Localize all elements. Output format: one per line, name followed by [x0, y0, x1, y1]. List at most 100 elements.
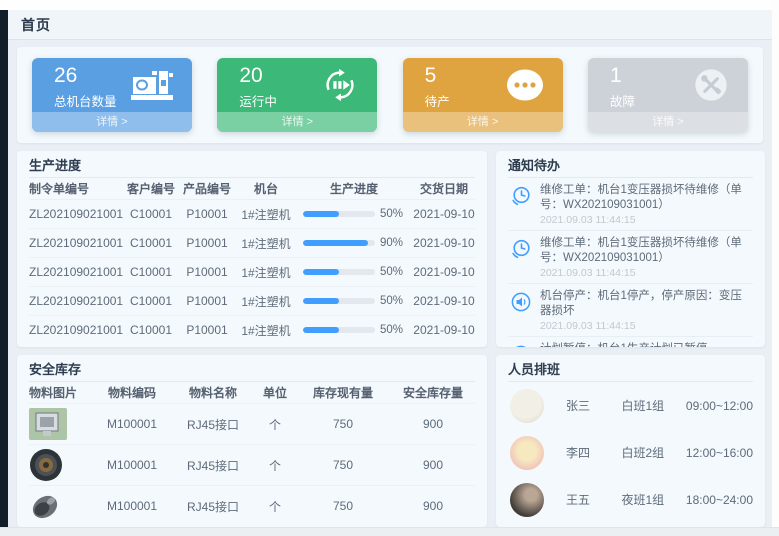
staff-shift: 白班2组 — [621, 444, 685, 461]
table-header-row: 物料图片 物料编码 物料名称 单位 库存现有量 安全库存量 — [29, 382, 475, 403]
stat-value: 1 — [610, 64, 635, 88]
column-header: 安全库存量 — [391, 384, 475, 401]
material-unit: 个 — [255, 416, 295, 433]
stock-table: 物料图片 物料编码 物料名称 单位 库存现有量 安全库存量 M100001 — [29, 382, 475, 526]
table-row: ZL202109021001 C10001 P10001 1#注塑机 50% 2… — [29, 315, 475, 344]
stat-card-running[interactable]: 20 运行中 — [217, 58, 377, 132]
table-row: M100001 RJ45接口 个 750 900 — [29, 444, 475, 485]
stat-card-total-machines[interactable]: 26 总机台数量 — [32, 58, 192, 132]
panel-title: 安全库存 — [29, 355, 475, 382]
content-area: 26 总机台数量 — [8, 40, 772, 527]
notice-time: 2021.09.03 11:44:15 — [540, 320, 753, 333]
column-header: 产品编号 — [177, 180, 237, 197]
column-header: 物料图片 — [29, 384, 93, 401]
order-no: ZL202109021001 — [29, 265, 125, 279]
staff-shift: 夜班1组 — [621, 491, 685, 508]
table-row: ZL202109021001 C10001 P10001 1#注塑机 50% 2… — [29, 199, 475, 228]
column-header: 库存现有量 — [295, 384, 391, 401]
order-no: ZL202109021001 — [29, 207, 125, 221]
order-no: ZL202109021001 — [29, 323, 125, 337]
machine-name: 1#注塑机 — [237, 206, 295, 223]
stat-value: 26 — [54, 64, 117, 88]
progress-bar — [303, 298, 375, 304]
horizontal-scrollbar-track[interactable] — [0, 527, 779, 536]
tab-home[interactable]: 首页 — [21, 15, 51, 35]
safety-stock-panel: 安全库存 物料图片 物料编码 物料名称 单位 库存现有量 安全库存量 — [17, 355, 487, 527]
machine-name: 1#注塑机 — [237, 235, 295, 252]
stock-current: 750 — [295, 417, 391, 431]
material-name: RJ45接口 — [171, 416, 255, 433]
tab-bar: 首页 — [8, 10, 772, 40]
stat-card-waiting[interactable]: 5 待产 详情 > — [403, 58, 563, 132]
staff-shift: 白班1组 — [621, 397, 685, 414]
stock-current: 750 — [295, 458, 391, 472]
staff-time: 09:00~12:00 — [686, 399, 753, 413]
avatar — [510, 436, 544, 470]
delivery-date: 2021-09-10 — [413, 265, 475, 279]
staff-row: 王五 夜班1组 18:00~24:00 — [508, 476, 753, 523]
product-no: P10001 — [177, 323, 237, 337]
card-detail-link[interactable]: 详情 > — [32, 112, 192, 132]
avatar — [510, 389, 544, 423]
rj45-connector-photo — [29, 408, 93, 440]
progress-percent: 90% — [380, 237, 403, 249]
notice-item: 维修工单：机台1变压器损坏待维修（单号：WX202109031001） 2021… — [508, 178, 753, 231]
machine-icon — [130, 68, 174, 107]
staff-schedule-panel: 人员排班 张三 白班1组 09:00~12:00 李四 白班2组 12:00~1… — [496, 355, 765, 527]
delivery-date: 2021-09-10 — [413, 323, 475, 337]
vertical-scrollbar-track[interactable] — [772, 0, 779, 536]
notices-panel: 通知待办 维修工单：机台1变压器损坏待维修（单号：WX202109031001）… — [496, 151, 765, 347]
machine-name: 1#注塑机 — [237, 322, 295, 339]
table-row: ZL202109021001 C10001 P10001 1#注塑机 90% 2… — [29, 228, 475, 257]
order-no: ZL202109021001 — [29, 294, 125, 308]
tools-icon — [692, 66, 730, 109]
stat-label: 运行中 — [239, 91, 277, 110]
table-row: ZL202109021001 C10001 P10001 1#注塑机 50% 2… — [29, 286, 475, 315]
order-no: ZL202109021001 — [29, 236, 125, 250]
notice-time: 2021.09.03 11:44:15 — [540, 267, 753, 280]
staff-name: 张三 — [566, 397, 621, 414]
panel-title: 通知待办 — [508, 151, 753, 178]
notice-item: 计划暂停：机台1生产计划已暂停 2021.09.03 11:44:15 — [508, 337, 753, 347]
panel-title: 人员排班 — [508, 355, 753, 382]
table-header-row: 制令单编号 客户编号 产品编号 机台 生产进度 交货日期 — [29, 178, 475, 199]
stock-safety: 900 — [391, 458, 475, 472]
stat-label: 总机台数量 — [54, 91, 117, 110]
column-header: 制令单编号 — [29, 180, 125, 197]
avatar — [510, 483, 544, 517]
material-unit: 个 — [255, 498, 295, 515]
progress-percent: 50% — [380, 295, 403, 307]
column-header: 单位 — [255, 384, 295, 401]
notice-text: 机台停产：机台1停产，停产原因：变压器损坏 — [540, 289, 753, 319]
staff-name: 王五 — [566, 491, 621, 508]
window-top-edge — [0, 0, 779, 10]
material-unit: 个 — [255, 457, 295, 474]
table-row: M100001 RJ45接口 个 750 900 — [29, 485, 475, 526]
notice-time: 2021.09.03 11:44:15 — [540, 214, 753, 227]
product-no: P10001 — [177, 265, 237, 279]
stock-current: 750 — [295, 499, 391, 513]
notice-text: 维修工单：机台1变压器损坏待维修（单号：WX202109031001） — [540, 236, 753, 266]
staff-name: 李四 — [566, 444, 621, 461]
staff-row: 李四 白班2组 12:00~16:00 — [508, 429, 753, 476]
notice-item: 维修工单：机台1变压器损坏待维修（单号：WX202109031001） 2021… — [508, 231, 753, 284]
sidebar-edge — [0, 10, 8, 527]
production-progress-panel: 生产进度 制令单编号 客户编号 产品编号 机台 生产进度 交货日期 ZL2021… — [17, 151, 487, 347]
customer-no: C10001 — [125, 236, 177, 250]
notice-text: 维修工单：机台1变压器损坏待维修（单号：WX202109031001） — [540, 183, 753, 213]
product-no: P10001 — [177, 236, 237, 250]
delivery-date: 2021-09-10 — [413, 294, 475, 308]
material-name: RJ45接口 — [171, 498, 255, 515]
card-detail-link[interactable]: 详情 > — [588, 112, 748, 132]
stat-card-fault[interactable]: 1 故障 — [588, 58, 748, 132]
notice-item: 机台停产：机台1停产，停产原因：变压器损坏 2021.09.03 11:44:1… — [508, 284, 753, 337]
progress-bar — [303, 327, 375, 333]
customer-no: C10001 — [125, 294, 177, 308]
column-header: 客户编号 — [125, 180, 177, 197]
card-detail-link[interactable]: 详情 > — [403, 112, 563, 132]
card-detail-link[interactable]: 详情 > — [217, 112, 377, 132]
stat-value: 5 — [425, 64, 450, 88]
speaker-icon — [510, 291, 532, 313]
material-name: RJ45接口 — [171, 457, 255, 474]
speaker-icon — [510, 344, 532, 347]
